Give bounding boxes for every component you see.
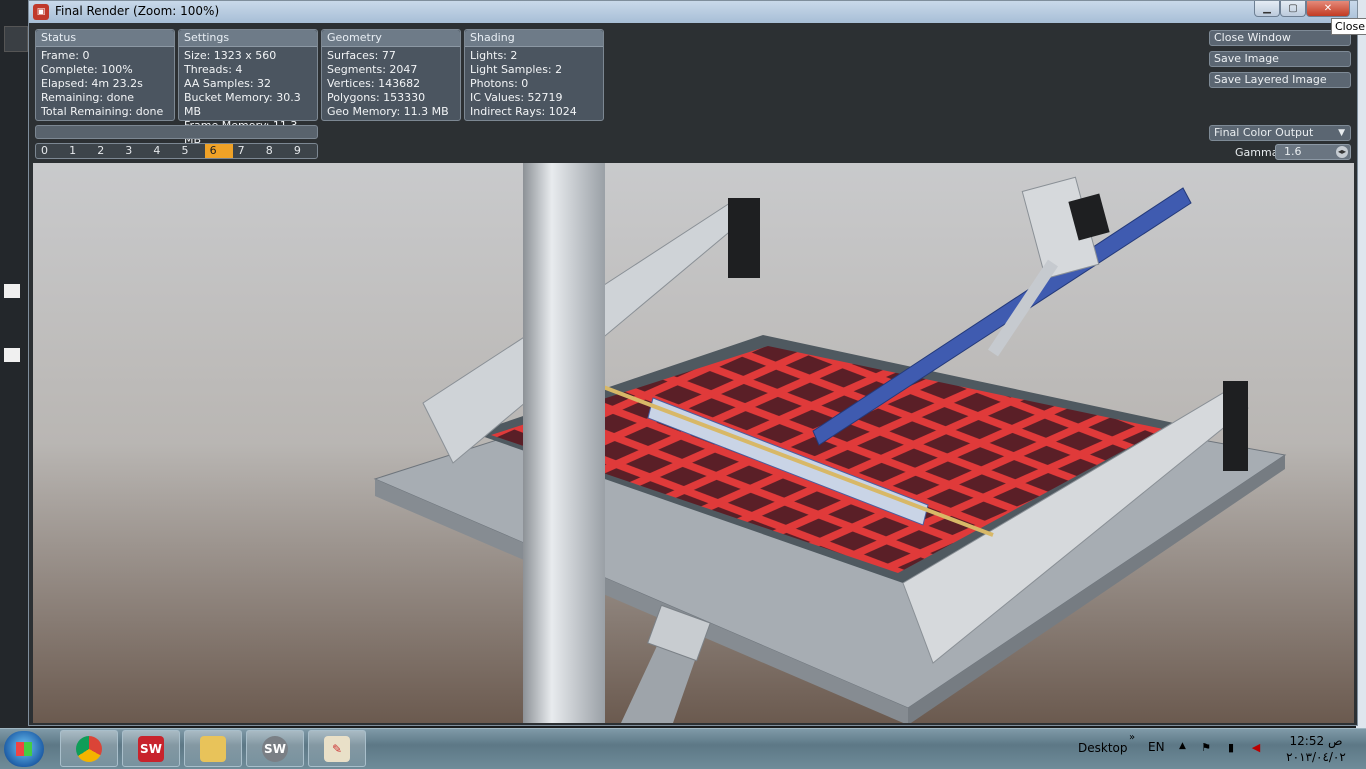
panel-header: Settings	[179, 30, 317, 47]
frame-slot[interactable]: 1	[64, 144, 92, 158]
panel-line: Light Samples: 2	[470, 63, 563, 76]
taskbar: SW SW ✎ Desktop » EN ▲ ⚑ ▮ ◀ 12:52 ص ٢٠١…	[0, 728, 1366, 769]
gamma-label: Gamma	[1235, 146, 1279, 159]
settings-panel: Settings Size: 1323 x 560 Threads: 4 AA …	[178, 29, 318, 146]
status-panel: Status Frame: 0 Complete: 100% Elapsed: …	[35, 29, 175, 121]
taskbar-app-chrome[interactable]	[60, 730, 118, 767]
panel-line: Remaining: done	[41, 91, 135, 104]
frame-slot[interactable]: 9	[289, 144, 317, 158]
frame-slot[interactable]: 2	[92, 144, 120, 158]
panel-header: Geometry	[322, 30, 460, 47]
panel-line: Complete: 100%	[41, 63, 133, 76]
frame-slot[interactable]: 5	[176, 144, 204, 158]
render-progress-bar	[35, 125, 318, 139]
desktop-toolbar-label[interactable]: Desktop	[1078, 741, 1128, 755]
windows-logo-icon	[16, 742, 32, 756]
explorer-icon	[200, 736, 226, 762]
panel-line: AA Samples: 32	[184, 77, 272, 90]
frame-slot[interactable]: 4	[148, 144, 176, 158]
panel-line: Size: 1323 x 560	[184, 49, 277, 62]
volume-muted-icon[interactable]: ◀	[1249, 741, 1263, 755]
panel-line: Vertices: 143682	[327, 77, 421, 90]
chrome-icon	[76, 736, 102, 762]
output-select-value: Final Color Output	[1214, 126, 1314, 139]
photoview-icon: SW	[262, 736, 288, 762]
background-toolbar-button	[4, 26, 28, 52]
frame-slot[interactable]: 3	[120, 144, 148, 158]
save-image-button[interactable]: Save Image	[1209, 51, 1351, 67]
toolbar-chevron-icon[interactable]: »	[1129, 732, 1135, 743]
panel-line: Frame: 0	[41, 49, 90, 62]
start-button[interactable]	[4, 731, 44, 767]
output-select[interactable]: Final Color Output ▼	[1209, 125, 1351, 141]
render-image	[33, 163, 1354, 723]
panel-line: Indirect Rays: 1024	[470, 105, 577, 118]
clock-date[interactable]: ٢٠١٣/٠٤/٠٢	[1280, 750, 1352, 764]
panel-line: Surfaces: 77	[327, 49, 396, 62]
frame-slot[interactable]: 7	[233, 144, 261, 158]
close-button[interactable]: ✕	[1306, 1, 1350, 17]
panel-line: Photons: 0	[470, 77, 529, 90]
minimize-button[interactable]: ▁	[1254, 1, 1280, 17]
close-window-button[interactable]: Close Window	[1209, 30, 1351, 46]
gamma-value: 1.6	[1284, 145, 1302, 158]
title-bar[interactable]: ▣ Final Render (Zoom: 100%) ▁ ▢ ✕	[29, 1, 1357, 23]
background-widget	[4, 348, 20, 362]
panel-line: IC Values: 52719	[470, 91, 563, 104]
shading-panel: Shading Lights: 2 Light Samples: 2 Photo…	[464, 29, 604, 121]
network-icon[interactable]: ▮	[1224, 741, 1238, 755]
frame-slot[interactable]: 8	[261, 144, 289, 158]
language-indicator[interactable]: EN	[1148, 740, 1165, 754]
background-widget	[4, 284, 20, 298]
show-hidden-icons-button[interactable]: ▲	[1179, 741, 1186, 751]
panel-header: Shading	[465, 30, 603, 47]
panel-line: Geo Memory: 11.3 MB	[327, 105, 449, 118]
background-app-left	[0, 0, 30, 728]
stepper-icon[interactable]: ◂▸	[1336, 146, 1348, 158]
panel-line: Lights: 2	[470, 49, 518, 62]
taskbar-app-solidworks[interactable]: SW	[122, 730, 180, 767]
frame-slot-active[interactable]: 6	[204, 144, 233, 158]
gamma-input[interactable]: 1.6 ◂▸	[1275, 144, 1351, 160]
frame-slot[interactable]: 0	[36, 144, 64, 158]
taskbar-app-explorer[interactable]	[184, 730, 242, 767]
panel-line: Polygons: 153330	[327, 91, 426, 104]
panel-line: Threads: 4	[184, 63, 243, 76]
taskbar-app-photoview[interactable]: SW	[246, 730, 304, 767]
solidworks-icon: SW	[138, 736, 164, 762]
frame-buffer-selector: 0 1 2 3 4 5 6 7 8 9	[35, 143, 318, 159]
save-layered-image-button[interactable]: Save Layered Image	[1209, 72, 1351, 88]
panel-line: Total Remaining: done	[41, 105, 164, 118]
geometry-panel: Geometry Surfaces: 77 Segments: 2047 Ver…	[321, 29, 461, 121]
panel-line: Segments: 2047	[327, 63, 418, 76]
render-app-icon: ▣	[33, 4, 49, 20]
paint-icon: ✎	[324, 736, 350, 762]
panel-line: Elapsed: 4m 23.2s	[41, 77, 143, 90]
taskbar-app-paint[interactable]: ✎	[308, 730, 366, 767]
action-center-icon[interactable]: ⚑	[1199, 741, 1213, 755]
render-viewport	[33, 163, 1354, 723]
close-tooltip: Close	[1331, 18, 1366, 35]
panel-header: Status	[36, 30, 174, 47]
window-title: Final Render (Zoom: 100%)	[55, 4, 220, 18]
panel-line: Bucket Memory: 30.3 MB	[184, 91, 301, 118]
maximize-button[interactable]: ▢	[1280, 1, 1306, 17]
chevron-down-icon: ▼	[1338, 128, 1345, 138]
clock-time[interactable]: 12:52 ص	[1284, 734, 1348, 748]
